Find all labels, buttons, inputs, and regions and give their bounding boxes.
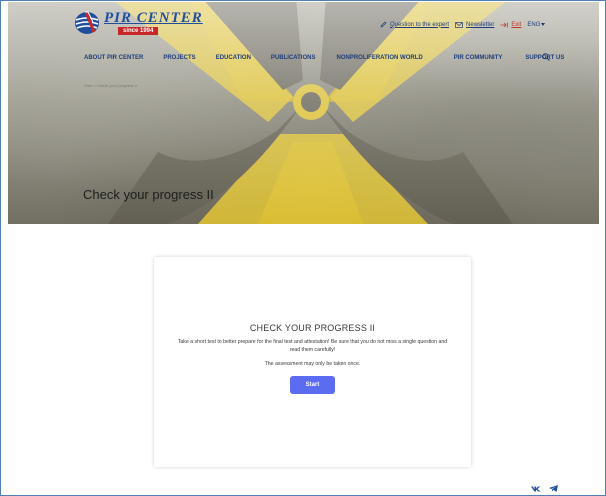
question-to-expert-label: Question to the expert bbox=[390, 21, 450, 28]
logo-since-badge: since 1994 bbox=[118, 27, 159, 35]
card-title: CHECK YOUR PROGRESS II bbox=[249, 323, 376, 333]
nav-item-pir-community[interactable]: PIR COMMUNITY bbox=[454, 55, 503, 61]
card-description: Take a short test to better prepare for … bbox=[177, 339, 448, 353]
search-icon[interactable] bbox=[542, 53, 550, 61]
globe-logo-icon bbox=[75, 11, 99, 34]
pencil-icon bbox=[380, 21, 387, 28]
newsletter-label: Newsletter bbox=[466, 21, 495, 28]
social-links bbox=[531, 485, 558, 492]
logo[interactable]: PIR CENTER since 1994 bbox=[74, 10, 203, 36]
browser-frame: PIR CENTER since 1994 Question to the ex… bbox=[0, 0, 606, 496]
newsletter-link[interactable]: Newsletter bbox=[455, 22, 494, 28]
telegram-icon[interactable] bbox=[549, 485, 558, 492]
vk-icon[interactable] bbox=[531, 486, 541, 492]
nav-item-about[interactable]: ABOUT PIR CENTER bbox=[84, 55, 143, 61]
logo-wordmark: PIR CENTER since 1994 bbox=[104, 10, 203, 35]
hero-banner: PIR CENTER since 1994 Question to the ex… bbox=[8, 2, 599, 224]
nav-item-education[interactable]: EDUCATION bbox=[216, 55, 251, 61]
exit-label: Exit bbox=[511, 21, 522, 28]
nav-item-publications[interactable]: PUBLICATIONS bbox=[271, 55, 316, 61]
breadcrumb[interactable]: Start > Check your progress II bbox=[84, 83, 137, 88]
main-nav: ABOUT PIR CENTER PROJECTS EDUCATION PUBL… bbox=[84, 55, 564, 61]
card-note: The assessment may only be taken once. bbox=[264, 361, 361, 367]
nav-item-nonproliferation-world[interactable]: NONPROLIFERATION WORLD bbox=[336, 55, 422, 61]
page-title: Check your progress II bbox=[83, 187, 214, 202]
question-to-expert-link[interactable]: Question to the expert bbox=[380, 21, 449, 28]
exit-link[interactable]: Exit bbox=[500, 22, 521, 28]
chevron-down-icon bbox=[541, 23, 546, 26]
logo-name: PIR CENTER bbox=[104, 10, 203, 26]
top-links: Question to the expert Newsletter Exit E… bbox=[380, 21, 546, 28]
exit-arrow-icon bbox=[500, 22, 509, 27]
nav-item-projects[interactable]: PROJECTS bbox=[163, 55, 195, 61]
assessment-card: CHECK YOUR PROGRESS II Take a short test… bbox=[154, 257, 471, 467]
envelope-icon bbox=[455, 21, 463, 28]
language-label: ENG bbox=[527, 21, 541, 28]
language-selector[interactable]: ENG bbox=[527, 21, 546, 28]
start-button[interactable]: Start bbox=[290, 376, 335, 394]
